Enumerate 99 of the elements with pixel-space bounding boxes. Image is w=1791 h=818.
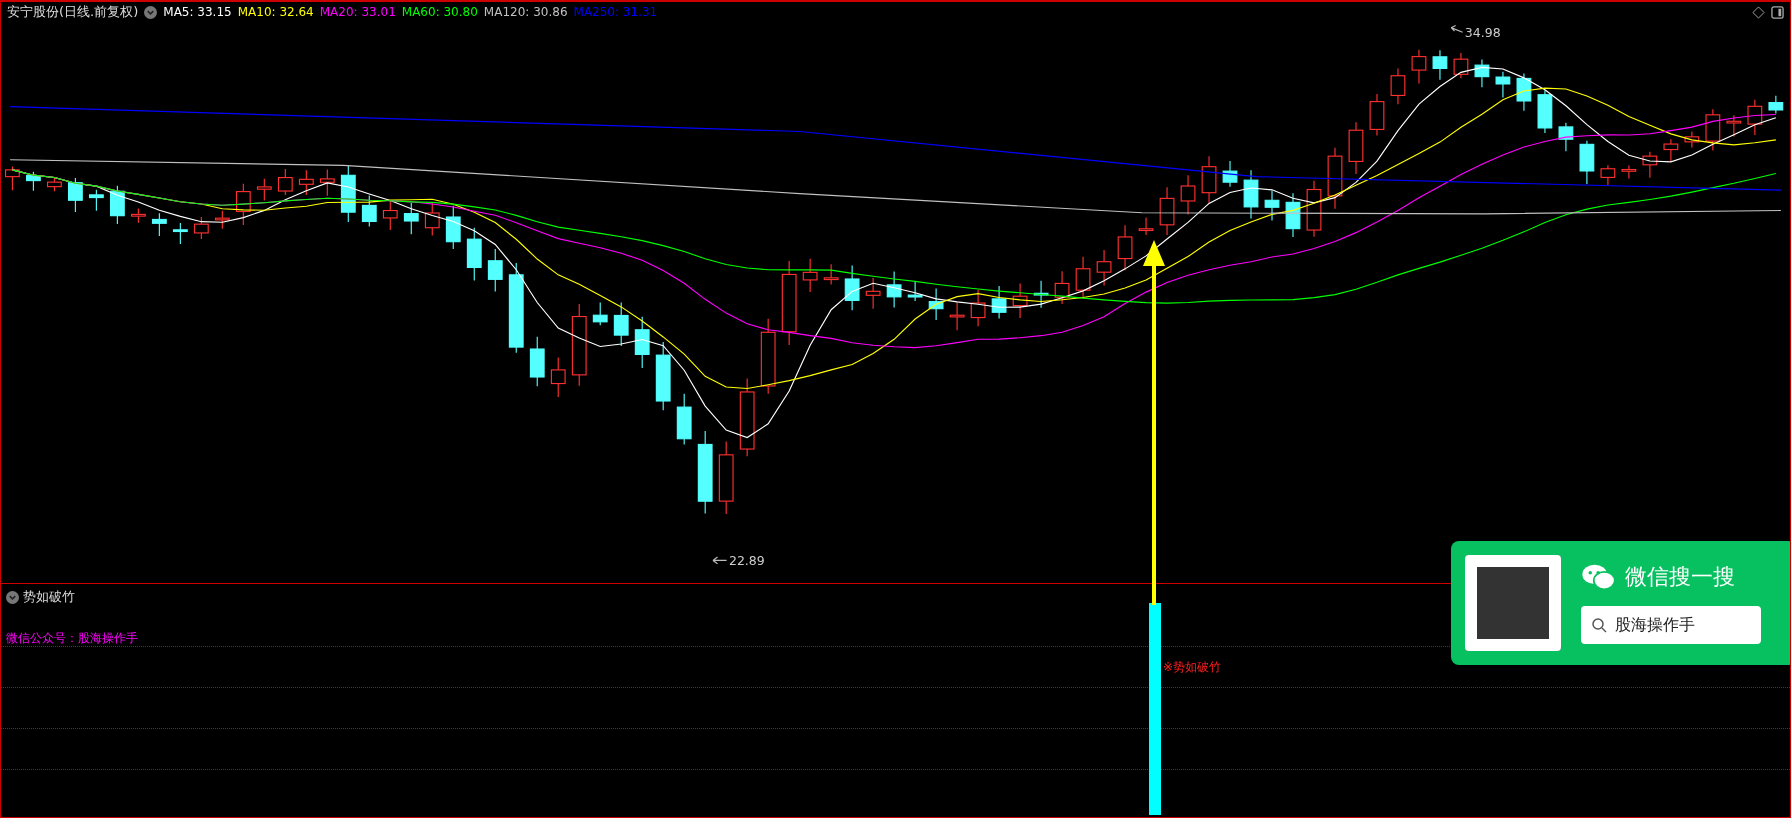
moving-average-label: MA5: 33.15	[163, 5, 232, 19]
search-field[interactable]: 股海操作手	[1581, 606, 1761, 644]
candlestick	[1201, 155, 1217, 204]
candlestick	[361, 194, 377, 228]
candlestick	[550, 357, 566, 398]
candlestick	[1705, 108, 1721, 151]
candlestick	[340, 165, 356, 223]
candlestick	[151, 212, 167, 237]
candlestick	[823, 263, 839, 286]
moving-average-label: MA120: 30.86	[483, 5, 568, 19]
candlestick	[991, 285, 1007, 320]
candlestick	[1747, 99, 1763, 136]
candlestick	[47, 177, 62, 192]
candlestick	[298, 169, 314, 196]
candlestick	[886, 270, 902, 308]
candlestick	[634, 316, 650, 369]
candlestick	[1390, 67, 1406, 105]
candlestick	[970, 289, 986, 327]
candlestick	[613, 302, 629, 347]
candlestick	[1348, 121, 1364, 175]
candlestick	[1726, 114, 1742, 138]
candlestick	[529, 336, 545, 387]
candlestick	[1558, 122, 1574, 152]
candlestick	[676, 393, 692, 445]
candlestick	[1684, 131, 1700, 148]
candlestick	[88, 189, 104, 212]
candlestick	[1075, 256, 1091, 300]
candlestick	[1432, 49, 1448, 81]
candlestick	[1138, 216, 1154, 236]
candlestick	[130, 207, 146, 224]
chevron-down-icon[interactable]	[144, 5, 158, 19]
candlestick	[1600, 164, 1616, 186]
candlestick	[67, 177, 83, 213]
candlestick	[382, 199, 398, 231]
candlestick	[256, 178, 272, 202]
candlestick	[1453, 52, 1469, 79]
candlestick	[1474, 58, 1490, 88]
signal-label: ※势如破竹	[1163, 659, 1222, 676]
low-price-label: 22.89	[728, 553, 765, 568]
indicator-note: 微信公众号：股海操作手	[6, 630, 138, 647]
candlestick	[466, 227, 482, 281]
candlestick	[5, 165, 20, 191]
candlestick	[1243, 169, 1259, 220]
candlestick	[949, 301, 965, 331]
candlestick	[1159, 186, 1175, 236]
candlestick	[445, 205, 461, 250]
chevron-down-icon[interactable]	[6, 590, 19, 604]
candlestick	[1306, 180, 1322, 238]
candlestick	[1033, 280, 1049, 309]
candlestick	[1012, 283, 1028, 319]
chat-bubbles-icon	[1581, 563, 1617, 591]
candlestick	[1537, 89, 1553, 134]
candlestick	[1768, 95, 1784, 114]
moving-average-label: MA250: 31.31	[573, 5, 658, 19]
candlestick	[1579, 140, 1595, 185]
candlestick	[193, 216, 209, 240]
candlestick	[172, 222, 188, 245]
candlestick	[907, 281, 923, 302]
candlestick	[1495, 71, 1511, 99]
candlestick	[1369, 93, 1385, 137]
candlestick	[277, 168, 293, 196]
candlestick	[26, 171, 41, 192]
pointer-arrow-icon	[1450, 24, 1464, 33]
diamond-icon[interactable]	[1752, 5, 1765, 19]
candlestick	[1516, 73, 1532, 112]
candlestick	[1327, 147, 1343, 210]
candlestick	[1180, 174, 1196, 216]
candlestick	[109, 185, 125, 225]
candlestick	[235, 183, 251, 226]
candlestick	[319, 169, 335, 197]
candlestick	[592, 301, 608, 326]
pointer-arrow-icon	[712, 556, 728, 565]
candlestick	[1222, 160, 1238, 188]
candlestick	[1621, 164, 1637, 180]
candlestick	[1096, 249, 1112, 287]
candlestick	[1663, 138, 1679, 163]
wechat-search-title: 微信搜一搜	[1625, 563, 1735, 591]
search-icon	[1591, 617, 1607, 633]
moving-average-label: MA60: 30.80	[401, 5, 478, 19]
moving-average-label: MA20: 33.01	[319, 5, 396, 19]
candlestick	[1411, 49, 1427, 85]
candlestick	[403, 202, 419, 235]
candlestick	[1642, 151, 1658, 179]
candlestick	[844, 264, 860, 311]
candlestick	[1264, 190, 1280, 222]
candlestick	[1117, 224, 1133, 271]
moving-average-label: MA10: 32.64	[237, 5, 314, 19]
indicator-title: 势如破竹	[23, 588, 75, 606]
candlestick	[1285, 192, 1301, 238]
chart-title: 安宁股份(日线.前复权)	[7, 3, 139, 21]
candlestick	[487, 248, 503, 293]
panel-toggle-icon[interactable]	[1771, 5, 1784, 19]
candlestick	[802, 258, 818, 293]
candlestick	[928, 287, 944, 321]
candlestick	[214, 210, 230, 230]
candlestick	[655, 341, 671, 411]
high-price-label: 34.98	[1464, 24, 1501, 40]
candlestick	[1054, 270, 1070, 305]
candlestick	[865, 277, 881, 310]
